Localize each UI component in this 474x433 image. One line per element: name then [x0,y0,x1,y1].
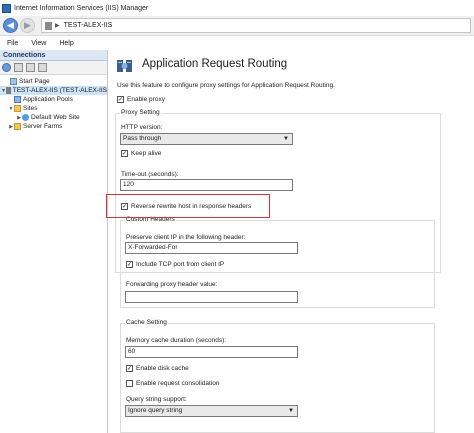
tree-item-sites[interactable]: ▼ Sites [0,104,107,113]
arr-feature-icon [117,60,132,72]
highlight-box [106,194,270,218]
chevron-down-icon: ▼ [288,408,294,414]
back-arrow-icon[interactable]: ◀ [3,18,18,33]
checkbox-check-icon[interactable]: ✓ [126,261,133,268]
breadcrumb[interactable]: ▶ TEST-ALEX-IIS [41,18,471,33]
forwarding-proxy-label: Forwarding proxy header value: [126,281,218,288]
server-icon [5,87,11,94]
query-string-label: Query string support: [126,396,187,403]
tree-item-application-pools[interactable]: Application Pools [0,95,107,104]
tree-item-default-web-site[interactable]: ▶ Default Web Site [0,113,107,122]
keep-alive-checkbox[interactable]: ✓ Keep alive [121,150,161,157]
chevron-right-icon[interactable]: ▶ [55,22,60,29]
page-title: Application Request Routing [142,58,288,70]
window-title: Internet Information Services (IIS) Mana… [14,4,149,12]
checkbox-check-icon[interactable]: ✓ [121,150,128,157]
server-icon [45,21,52,30]
globe-icon [22,114,29,121]
forwarding-proxy-input[interactable] [125,291,298,303]
memory-cache-input[interactable]: 60 [125,346,298,358]
include-tcp-port-checkbox[interactable]: ✓ Include TCP port from client IP [126,261,224,268]
breadcrumb-server[interactable]: TEST-ALEX-IIS [64,22,113,29]
preserve-client-ip-label: Preserve client IP in the following head… [126,234,246,241]
menu-view[interactable]: View [31,40,46,47]
tree-item-start-page[interactable]: Start Page [0,77,107,86]
tree-item-server-farms[interactable]: ▶ Server Farms [0,122,107,131]
folder-icon [14,123,21,130]
checkbox-check-icon[interactable]: ✓ [117,96,124,103]
forward-arrow-icon[interactable]: ▶ [20,18,35,33]
http-version-select[interactable]: Pass through ▼ [120,133,293,145]
cache-setting-legend: Cache Setting [125,319,168,326]
proxy-setting-legend: Proxy Setting [120,109,161,116]
connect-icon[interactable] [2,63,11,72]
tree-item-label: Server Farms [23,123,63,130]
checkbox-check-icon[interactable]: ✓ [126,365,133,372]
save-icon[interactable] [14,63,23,72]
connections-pane: Connections Start Page ▼ TEST-ALEX-IIS (… [0,50,108,433]
title-bar: Internet Information Services (IIS) Mana… [0,0,474,16]
refresh-icon[interactable] [38,63,47,72]
preserve-client-ip-input[interactable]: X-Forwarded-For [125,242,298,254]
connections-header: Connections [0,50,107,61]
memory-cache-label: Memory cache duration (seconds): [126,337,227,344]
tree-item-label: Start Page [19,78,50,85]
chevron-down-icon: ▼ [283,136,289,142]
menu-bar: File View Help [0,36,474,50]
folder-icon [14,105,21,112]
menu-help[interactable]: Help [59,40,73,47]
enable-disk-cache-checkbox[interactable]: ✓ Enable disk cache [126,365,189,372]
page-description: Use this feature to configure proxy sett… [117,82,335,89]
feature-content-pane: Application Request Routing Use this fea… [109,50,474,433]
iis-app-icon [2,3,11,13]
connections-toolbar [0,61,107,75]
http-version-label: HTTP version: [121,124,163,131]
enable-proxy-checkbox[interactable]: ✓ Enable proxy [117,96,165,103]
tree-item-label: TEST-ALEX-IIS (TEST-ALEX-IIS [12,87,107,94]
menu-file[interactable]: File [7,40,18,47]
home-icon [10,78,17,85]
timeout-label: Time-out (seconds): [121,171,179,178]
timeout-input[interactable]: 120 [120,179,293,191]
tree-item-label: Application Pools [23,96,73,103]
tree-item-label: Default Web Site [31,114,80,121]
checkbox-empty-icon[interactable] [126,380,133,387]
enable-request-consolidation-checkbox[interactable]: Enable request consolidation [126,380,219,387]
address-bar: ◀ ▶ ▶ TEST-ALEX-IIS [0,16,474,36]
query-string-select[interactable]: Ignore query string ▼ [125,405,298,417]
disconnect-icon[interactable] [26,63,35,72]
app-pool-icon [14,96,21,103]
tree-item-server[interactable]: ▼ TEST-ALEX-IIS (TEST-ALEX-IIS [0,86,107,95]
connections-tree: Start Page ▼ TEST-ALEX-IIS (TEST-ALEX-II… [0,75,107,131]
tree-item-label: Sites [23,105,38,112]
